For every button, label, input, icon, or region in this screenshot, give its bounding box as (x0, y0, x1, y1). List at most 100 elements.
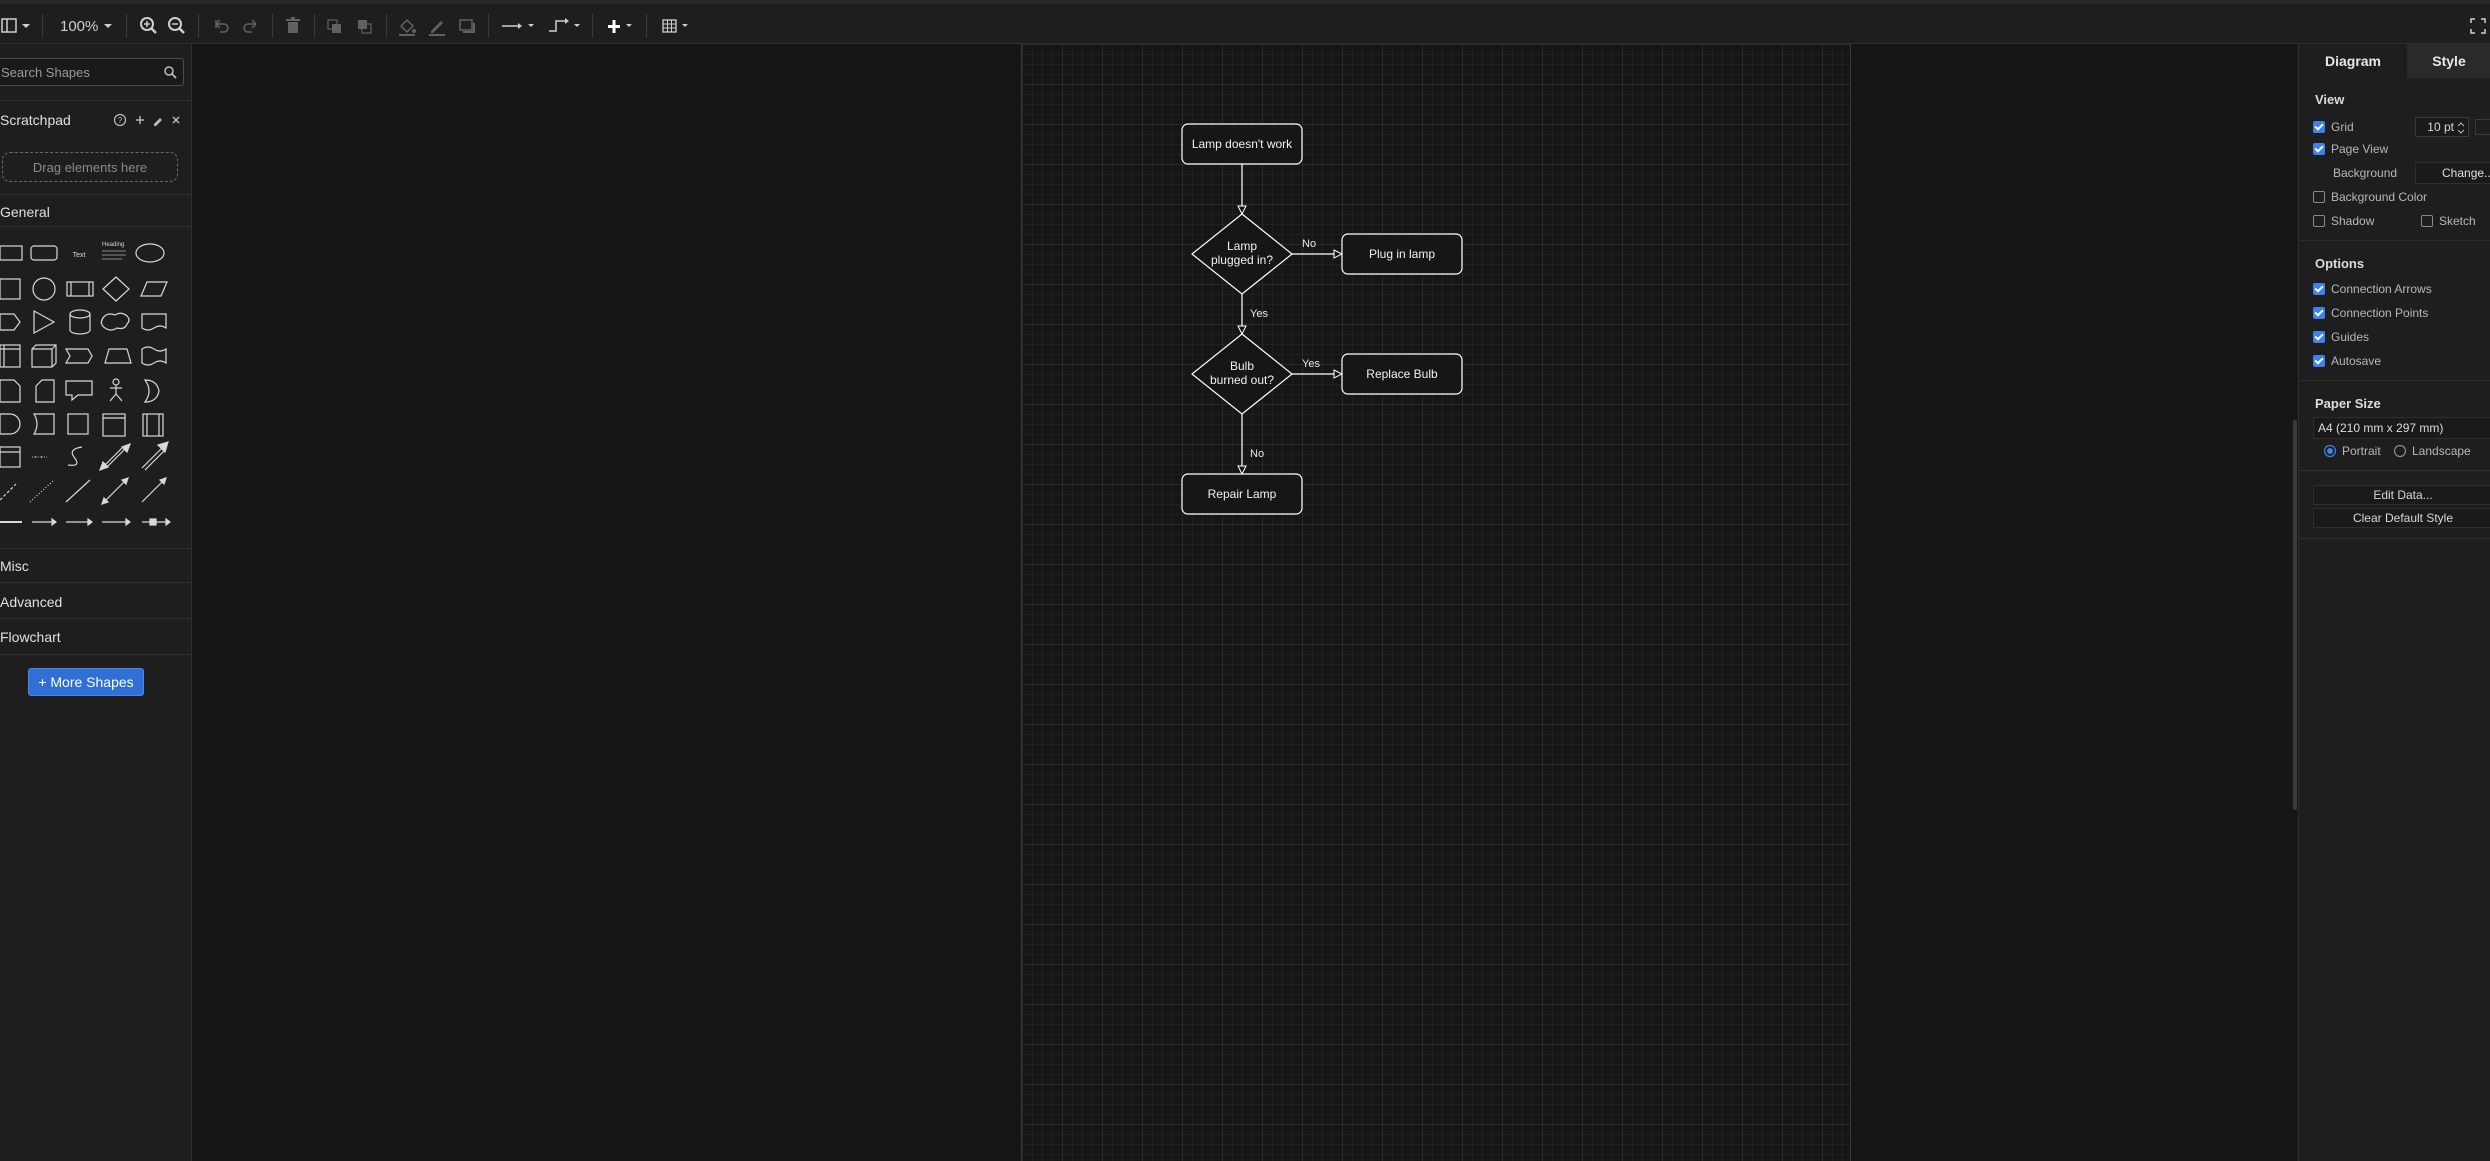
rounded-rectangle-shape[interactable] (30, 245, 58, 261)
connection-arrows-checkbox-box[interactable] (2313, 283, 2325, 295)
sketch-checkbox-box[interactable] (2421, 215, 2433, 227)
background-color-checkbox[interactable]: Background Color (2313, 188, 2427, 206)
document-shape[interactable] (141, 313, 167, 331)
connection-points-checkbox[interactable]: Connection Points (2313, 304, 2428, 322)
text-shape[interactable]: Text (73, 252, 86, 259)
connector-with-label-shape[interactable] (102, 517, 131, 527)
list-shape[interactable] (0, 446, 21, 468)
search-shapes-input[interactable] (0, 59, 159, 85)
or-shape[interactable] (143, 379, 160, 403)
card-shape[interactable] (35, 379, 55, 403)
page-view-checkbox[interactable]: Page View (2313, 140, 2388, 158)
zoom-in-button[interactable] (138, 14, 160, 38)
bidirectional-arrow-shape[interactable] (98, 442, 132, 472)
paper-size-select[interactable]: A4 (210 mm x 297 mm) (2313, 417, 2490, 439)
step-shape[interactable] (64, 348, 93, 364)
parallelogram-shape[interactable] (140, 281, 168, 297)
tab-style[interactable]: Style (2407, 44, 2490, 78)
ellipse-shape[interactable] (135, 243, 165, 263)
tab-diagram[interactable]: Diagram (2299, 44, 2407, 78)
grid-checkbox[interactable]: Grid (2313, 118, 2354, 136)
internal-storage-shape[interactable] (0, 344, 21, 368)
section-advanced[interactable]: Advanced (0, 594, 192, 610)
cylinder-shape[interactable] (69, 309, 91, 335)
connector-with-symbol-shape[interactable] (142, 517, 171, 527)
autosave-checkbox[interactable]: Autosave (2313, 352, 2381, 370)
insert-dropdown[interactable] (604, 14, 638, 38)
add-icon[interactable] (136, 116, 144, 124)
guides-checkbox[interactable]: Guides (2313, 328, 2369, 346)
hexagon-shape[interactable] (0, 313, 21, 331)
shadow-checkbox[interactable]: Shadow (2313, 212, 2374, 230)
canvas-scrollbar[interactable] (2293, 420, 2297, 810)
connection-style-dropdown[interactable] (500, 14, 538, 38)
close-icon[interactable] (172, 116, 180, 124)
page-view-checkbox-box[interactable] (2313, 143, 2325, 155)
guides-checkbox-box[interactable] (2313, 331, 2325, 343)
grid-color-swatch[interactable] (2475, 119, 2490, 135)
background-color-checkbox-box[interactable] (2313, 191, 2325, 203)
section-flowchart[interactable]: Flowchart (0, 629, 192, 645)
circle-shape[interactable] (32, 277, 56, 301)
sketch-checkbox[interactable]: Sketch (2421, 212, 2476, 230)
radio-unselected-icon[interactable] (2393, 444, 2407, 458)
connection-arrows-checkbox[interactable]: Connection Arrows (2313, 280, 2432, 298)
help-icon[interactable]: ? (113, 113, 127, 127)
arrow-shape[interactable] (141, 441, 169, 471)
dashed-line-shape[interactable] (0, 483, 17, 501)
dotted-connector-shape[interactable] (29, 479, 55, 503)
cube-shape[interactable] (31, 344, 57, 368)
section-general[interactable]: General (0, 204, 192, 220)
stepper-icon[interactable] (2456, 120, 2466, 136)
line-color-button[interactable] (426, 14, 448, 38)
callout-shape[interactable] (65, 380, 93, 402)
vertical-container-shape[interactable] (142, 413, 164, 437)
square-shape[interactable] (0, 278, 21, 300)
portrait-radio[interactable]: Portrait (2323, 442, 2381, 460)
zoom-dropdown[interactable]: 100% (60, 14, 118, 38)
connection-points-checkbox-box[interactable] (2313, 307, 2325, 319)
triangle-shape[interactable] (33, 309, 56, 335)
shadow-checkbox-box[interactable] (2313, 215, 2325, 227)
redo-button[interactable] (240, 14, 262, 38)
table-dropdown[interactable] (660, 14, 694, 38)
clear-default-style-button[interactable]: Clear Default Style (2313, 508, 2490, 528)
change-background-button[interactable]: Change... (2415, 162, 2490, 184)
trapezoid-shape[interactable] (104, 348, 132, 364)
radio-selected-icon[interactable] (2323, 444, 2337, 458)
diagram-canvas[interactable]: Lamp doesn't work Lamp plugged in? Plug … (193, 44, 2297, 1161)
tape-shape[interactable] (141, 346, 167, 366)
bidirectional-connector-shape[interactable] (101, 477, 129, 505)
section-misc[interactable]: Misc (0, 558, 192, 574)
zoom-out-button[interactable] (166, 14, 188, 38)
search-icon[interactable] (163, 65, 177, 79)
cloud-shape[interactable] (100, 312, 130, 331)
directional-connector-shape[interactable] (141, 477, 167, 503)
grid-checkbox-box[interactable] (2313, 121, 2325, 133)
to-back-button[interactable] (354, 14, 376, 38)
scratchpad-drop-zone[interactable]: Drag elements here (2, 152, 178, 182)
edit-icon[interactable] (154, 118, 162, 126)
container-shape[interactable] (67, 413, 89, 435)
fullscreen-button[interactable] (2468, 14, 2488, 38)
data-storage-shape[interactable] (32, 413, 55, 435)
waypoints-dropdown[interactable] (546, 14, 584, 38)
undo-button[interactable] (210, 14, 232, 38)
edit-data-button[interactable]: Edit Data... (2313, 485, 2490, 505)
autosave-checkbox-box[interactable] (2313, 355, 2325, 367)
landscape-radio[interactable]: Landscape (2393, 442, 2471, 460)
shadow-button[interactable] (456, 14, 478, 38)
curve-shape[interactable] (67, 446, 83, 466)
fill-color-button[interactable] (396, 14, 418, 38)
diagram-page[interactable]: Lamp doesn't work Lamp plugged in? Plug … (1021, 44, 1851, 1161)
grid-size-input[interactable]: 10 pt (2415, 117, 2469, 137)
line-shape[interactable] (65, 479, 91, 503)
format-panel-toggle-button[interactable] (0, 14, 34, 38)
connector-arrow-shape[interactable] (32, 517, 57, 527)
to-front-button[interactable] (324, 14, 346, 38)
rectangle-shape[interactable] (0, 245, 23, 261)
more-shapes-button[interactable]: + More Shapes (28, 668, 144, 696)
labeled-connector-shape[interactable] (66, 517, 93, 527)
actor-shape[interactable] (109, 378, 123, 402)
diamond-shape[interactable] (102, 276, 130, 302)
